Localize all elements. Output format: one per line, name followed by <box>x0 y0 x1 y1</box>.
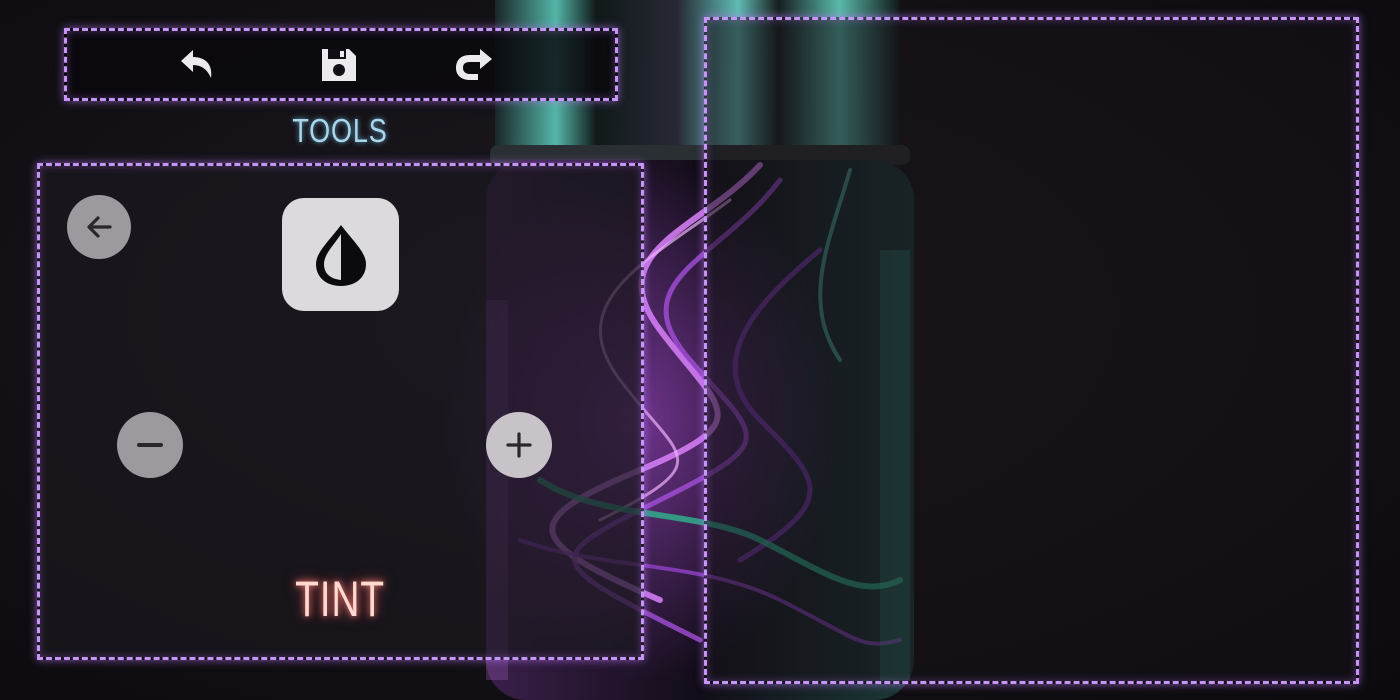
redo-icon <box>456 49 492 80</box>
top-toolbar <box>64 28 618 101</box>
decrease-button[interactable] <box>117 412 183 478</box>
canvas-panel[interactable] <box>704 17 1359 684</box>
save-icon <box>322 49 356 81</box>
tint-tool-button[interactable] <box>282 198 399 311</box>
minus-icon <box>137 443 163 447</box>
active-tool-label: TINT <box>295 571 385 627</box>
redo-button[interactable] <box>450 43 498 87</box>
drop-icon <box>315 224 366 286</box>
tools-title: TOOLS <box>292 112 388 149</box>
back-button[interactable] <box>67 195 131 259</box>
increase-button[interactable] <box>486 412 552 478</box>
arrow-left-icon <box>87 216 112 238</box>
save-button[interactable] <box>315 43 363 87</box>
plus-icon <box>506 432 532 458</box>
undo-icon <box>181 50 212 78</box>
undo-button[interactable] <box>173 43 221 87</box>
editor-screen: TOOLS TINT <box>0 0 1400 700</box>
